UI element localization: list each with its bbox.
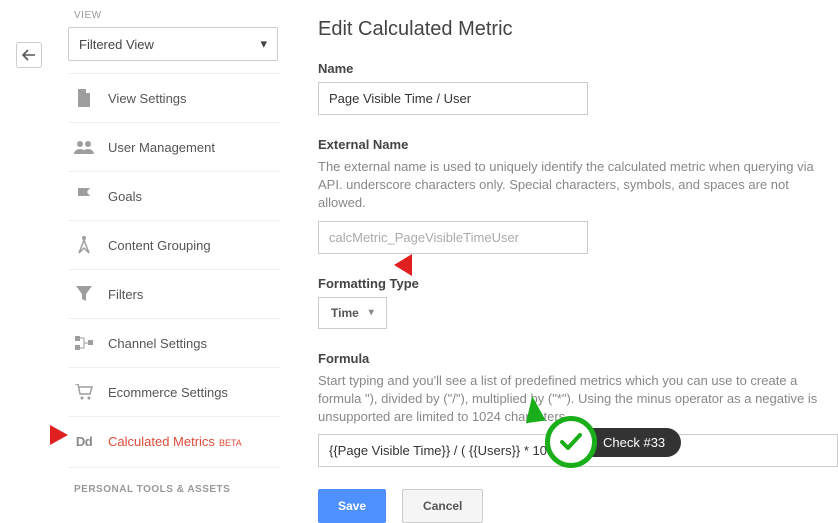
annotation-arrow bbox=[8, 420, 68, 450]
sidebar-item-goals[interactable]: Goals bbox=[68, 171, 280, 220]
check-badge: Check #33 bbox=[545, 416, 681, 468]
sidebar-item-label: Content Grouping bbox=[108, 238, 211, 253]
section-personal-tools: PERSONAL TOOLS & ASSETS bbox=[68, 467, 280, 503]
checkmark-icon bbox=[545, 416, 597, 468]
flow-icon bbox=[74, 333, 94, 353]
sidebar-item-label: User Management bbox=[108, 140, 215, 155]
name-label: Name bbox=[318, 61, 838, 76]
cart-icon bbox=[74, 382, 94, 402]
caret-down-icon: ▾ bbox=[369, 307, 374, 318]
caret-down-icon: ▾ bbox=[260, 36, 267, 52]
sidebar-item-user-management[interactable]: User Management bbox=[68, 122, 280, 171]
sidebar-item-channel-settings[interactable]: Channel Settings bbox=[68, 318, 280, 367]
annotation-arrow bbox=[394, 248, 464, 282]
sidebar-item-label: Calculated MetricsBETA bbox=[108, 434, 242, 449]
flag-icon bbox=[74, 186, 94, 206]
document-icon bbox=[74, 88, 94, 108]
sidebar-item-label: Channel Settings bbox=[108, 336, 207, 351]
back-button[interactable] bbox=[16, 42, 42, 68]
sidebar-item-calculated-metrics[interactable]: Dd Calculated MetricsBETA bbox=[68, 416, 280, 465]
external-name-help: The external name is used to uniquely id… bbox=[318, 158, 838, 213]
external-name-label: External Name bbox=[318, 137, 838, 152]
save-button[interactable]: Save bbox=[318, 489, 386, 523]
view-section-label: VIEW bbox=[68, 10, 280, 21]
view-dropdown[interactable]: Filtered View ▾ bbox=[68, 27, 278, 61]
page-title: Edit Calculated Metric bbox=[318, 18, 838, 41]
cancel-button[interactable]: Cancel bbox=[402, 489, 483, 523]
badge-pointer-icon bbox=[522, 395, 545, 424]
arrow-left-icon bbox=[22, 49, 36, 61]
compass-icon bbox=[74, 235, 94, 255]
sidebar-item-filters[interactable]: Filters bbox=[68, 269, 280, 318]
formatting-type-value: Time bbox=[331, 306, 359, 320]
beta-badge: BETA bbox=[219, 438, 242, 448]
sidebar-item-content-grouping[interactable]: Content Grouping bbox=[68, 220, 280, 269]
formatting-type-select[interactable]: Time ▾ bbox=[318, 297, 387, 329]
sidebar-item-label: Filters bbox=[108, 287, 143, 302]
funnel-icon bbox=[74, 284, 94, 304]
sidebar-item-ecommerce-settings[interactable]: Ecommerce Settings bbox=[68, 367, 280, 416]
dd-icon: Dd bbox=[74, 431, 94, 451]
users-icon bbox=[74, 137, 94, 157]
sidebar-item-label: View Settings bbox=[108, 91, 187, 106]
name-input[interactable] bbox=[318, 82, 588, 115]
sidebar-item-label: Ecommerce Settings bbox=[108, 385, 228, 400]
sidebar-item-view-settings[interactable]: View Settings bbox=[68, 73, 280, 122]
sidebar-item-label: Goals bbox=[108, 189, 142, 204]
formula-label: Formula bbox=[318, 351, 838, 366]
view-dropdown-value: Filtered View bbox=[79, 37, 154, 52]
